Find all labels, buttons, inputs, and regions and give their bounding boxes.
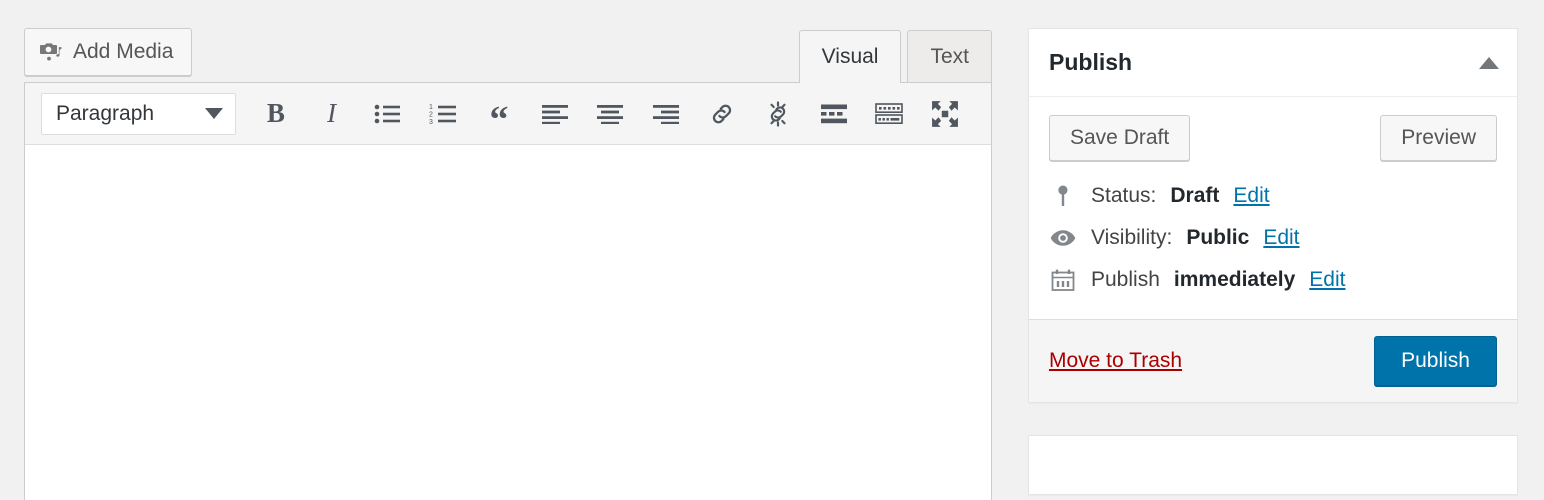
publish-date-row: Publish immediately Edit bbox=[1049, 259, 1497, 301]
bullet-list-button[interactable] bbox=[368, 92, 408, 136]
editor-mode-tabs: Visual Text bbox=[799, 30, 992, 82]
toolbar-toggle-button[interactable] bbox=[869, 92, 909, 136]
link-icon bbox=[709, 101, 735, 127]
publish-metabox: Publish Save Draft Preview Stat bbox=[1028, 28, 1518, 403]
publish-metabox-body: Save Draft Preview Status: Draft Edit bbox=[1029, 97, 1517, 319]
svg-text:1: 1 bbox=[429, 104, 433, 111]
blockquote-button[interactable]: “ bbox=[479, 92, 519, 136]
fullscreen-button[interactable] bbox=[925, 92, 965, 136]
insert-link-button[interactable] bbox=[702, 92, 742, 136]
chevron-up-icon[interactable] bbox=[1479, 57, 1499, 69]
status-row: Status: Draft Edit bbox=[1049, 175, 1497, 217]
keyboard-icon bbox=[875, 103, 903, 125]
format-select[interactable]: Paragraph bbox=[41, 93, 236, 135]
align-right-icon bbox=[653, 104, 679, 124]
calendar-icon bbox=[1049, 268, 1077, 292]
status-edit-link[interactable]: Edit bbox=[1233, 184, 1269, 208]
chevron-down-icon bbox=[205, 108, 223, 119]
insert-read-more-button[interactable] bbox=[814, 92, 854, 136]
fullscreen-icon bbox=[931, 100, 959, 128]
misc-publishing-actions: Status: Draft Edit Visibility: Public bbox=[1049, 175, 1497, 311]
add-media-label: Add Media bbox=[73, 40, 173, 64]
visibility-edit-link[interactable]: Edit bbox=[1263, 226, 1299, 250]
publish-button[interactable]: Publish bbox=[1374, 336, 1497, 386]
publish-metabox-header[interactable]: Publish bbox=[1029, 29, 1517, 97]
camera-music-icon bbox=[39, 40, 63, 64]
tab-visual[interactable]: Visual bbox=[799, 30, 902, 82]
tab-visual-label: Visual bbox=[822, 45, 879, 69]
preview-button[interactable]: Preview bbox=[1380, 115, 1497, 161]
blockquote-icon: “ bbox=[489, 110, 508, 131]
align-center-button[interactable] bbox=[591, 92, 631, 136]
media-buttons-row: Add Media bbox=[24, 28, 192, 76]
visibility-label: Visibility: bbox=[1091, 226, 1172, 250]
add-media-button[interactable]: Add Media bbox=[24, 28, 192, 76]
remove-link-button[interactable] bbox=[758, 92, 798, 136]
italic-button[interactable]: I bbox=[312, 92, 352, 136]
publish-date-label: Publish bbox=[1091, 268, 1160, 292]
tab-text[interactable]: Text bbox=[907, 30, 992, 82]
status-value: Draft bbox=[1170, 184, 1219, 208]
editor-content-area[interactable] bbox=[25, 145, 991, 500]
pin-icon bbox=[1049, 184, 1077, 208]
publish-date-value: immediately bbox=[1174, 268, 1295, 292]
sidebar-column: Publish Save Draft Preview Stat bbox=[1028, 28, 1518, 500]
major-publishing-actions: Move to Trash Publish bbox=[1029, 319, 1517, 402]
align-left-button[interactable] bbox=[535, 92, 575, 136]
bold-icon: B bbox=[267, 98, 285, 129]
numbered-list-button[interactable]: 1 2 3 bbox=[423, 92, 463, 136]
read-more-icon bbox=[821, 104, 847, 124]
italic-icon: I bbox=[327, 98, 336, 129]
status-label: Status: bbox=[1091, 184, 1156, 208]
minor-publishing-actions: Save Draft Preview bbox=[1049, 115, 1497, 161]
editor-column: Add Media Visual Text Paragraph B bbox=[24, 0, 992, 500]
eye-icon bbox=[1049, 228, 1077, 248]
align-left-icon bbox=[542, 104, 568, 124]
bold-button[interactable]: B bbox=[256, 92, 296, 136]
bullet-list-icon bbox=[374, 103, 400, 125]
align-center-icon bbox=[597, 104, 623, 124]
wordpress-post-editor: Add Media Visual Text Paragraph B bbox=[0, 0, 1544, 500]
visibility-row: Visibility: Public Edit bbox=[1049, 217, 1497, 259]
svg-text:2: 2 bbox=[429, 111, 433, 118]
publish-date-edit-link[interactable]: Edit bbox=[1309, 268, 1345, 292]
editor-container: Paragraph B I bbox=[24, 82, 992, 500]
format-select-value: Paragraph bbox=[56, 102, 154, 126]
visibility-value: Public bbox=[1186, 226, 1249, 250]
publish-metabox-title: Publish bbox=[1049, 49, 1132, 76]
save-draft-button[interactable]: Save Draft bbox=[1049, 115, 1190, 161]
tab-text-label: Text bbox=[930, 45, 969, 69]
svg-text:3: 3 bbox=[429, 119, 433, 125]
unlink-icon bbox=[765, 101, 791, 127]
move-to-trash-link[interactable]: Move to Trash bbox=[1049, 349, 1182, 373]
editor-toolbar: Paragraph B I bbox=[25, 83, 991, 145]
numbered-list-icon: 1 2 3 bbox=[429, 103, 457, 125]
align-right-button[interactable] bbox=[646, 92, 686, 136]
next-metabox[interactable] bbox=[1028, 435, 1518, 495]
